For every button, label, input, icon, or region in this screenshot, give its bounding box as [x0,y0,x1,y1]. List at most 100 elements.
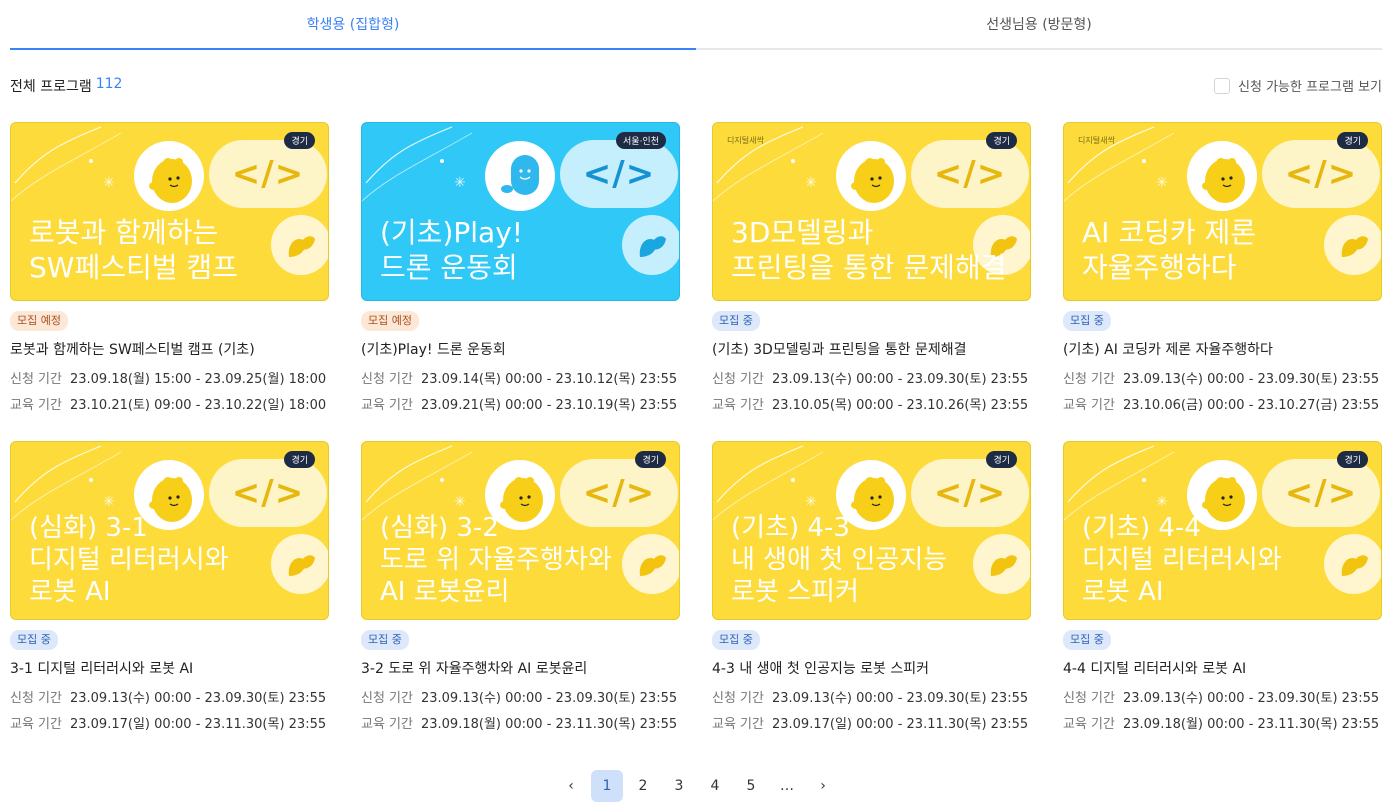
program-thumbnail[interactable]: ✳ </> 경기 (심화) 3-2 도로 위 자율주행차와 AI 로봇윤리 [361,441,680,620]
leaf-icon [1324,215,1381,275]
mascot-illustration [1187,141,1257,211]
thumb-title: (심화) 3-2 도로 위 자율주행차와 AI 로봇윤리 [380,512,612,608]
page-5[interactable]: 5 [735,770,767,802]
region-badge: 경기 [986,451,1017,468]
next-page-icon[interactable]: › [807,770,839,802]
edu-label: 교육 기간 [361,717,413,732]
thumb-title-line: (기초) 4-3 [731,513,850,543]
edu-dates: 23.09.17(일) 00:00 - 23.11.30(목) 23:55 [771,717,1029,732]
leaf-icon [973,534,1030,594]
program-thumbnail[interactable]: ✳ </> 경기 (기초) 4-4 디지털 리터러시와 로봇 AI [1063,441,1382,620]
program-card[interactable]: 디지털새싹 ✳ </> 경기 AI 코딩카 제론 자율주행하다 모집 중 (기초) AI 코딩… [1063,122,1382,413]
thumb-title: 3D모델링과 프린팅을 통한 문제해결 [731,215,1006,285]
thumb-title: (기초)Play! 드론 운동회 [380,215,523,285]
thumb-title-line: AI 코딩카 제론 [1082,216,1257,249]
sparkle-icon: ✳ [454,494,466,510]
program-title[interactable]: 3-1 디지털 리터러시와 로봇 AI [10,658,329,678]
thumb-title-line: 3D모델링과 [731,216,874,249]
program-card[interactable]: 디지털새싹 ✳ </> 경기 3D모델링과 프린팅을 통한 문제해결 모집 중 (기초) 3D… [712,122,1031,413]
apply-dates: 23.09.14(목) 00:00 - 23.10.12(목) 23:55 [420,372,678,387]
program-title[interactable]: 로봇과 함께하는 SW페스티벌 캠프 (기초) [10,339,329,359]
region-badge: 경기 [986,132,1017,149]
pagination: ‹ 1 2 3 4 5 … › [555,770,839,802]
region-badge: 서울·인천 [616,132,666,149]
thumb-title-line: 로봇 AI [1082,577,1164,607]
program-thumbnail[interactable]: 디지털새싹 ✳ </> 경기 3D모델링과 프린팅을 통한 문제해결 [712,122,1031,301]
thumb-title: (심화) 3-1 디지털 리터러시와 로봇 AI [29,512,229,608]
edu-period: 교육 기간 23.10.06(금) 00:00 - 23.10.27(금) 23:… [1063,394,1382,413]
program-card[interactable]: ✳ </> 경기 (기초) 4-4 디지털 리터러시와 로봇 AI 모집 중 4-4 디지털 … [1063,441,1382,732]
available-filter[interactable]: 신청 가능한 프로그램 보기 [1214,76,1382,95]
program-card[interactable]: ✳ </> 경기 (심화) 3-1 디지털 리터러시와 로봇 AI 모집 중 3-1 디지털 … [10,441,329,732]
leaf-icon [622,215,679,275]
apply-label: 신청 기간 [1063,372,1115,387]
program-card[interactable]: ✳ </> 서울·인천 (기초)Play! 드론 운동회 모집 예정 (기초)Play! 드… [361,122,680,413]
program-thumbnail[interactable]: ✳ </> 서울·인천 (기초)Play! 드론 운동회 [361,122,680,301]
page-3[interactable]: 3 [663,770,695,802]
page-2[interactable]: 2 [627,770,659,802]
prev-page-icon[interactable]: ‹ [555,770,587,802]
edu-label: 교육 기간 [1063,717,1115,732]
sparkle-icon: ✳ [1156,494,1168,510]
apply-period: 신청 기간 23.09.13(수) 00:00 - 23.09.30(토) 23:… [10,687,329,706]
apply-label: 신청 기간 [712,372,764,387]
program-title[interactable]: 4-3 내 생애 첫 인공지능 로봇 스피커 [712,658,1031,678]
tab-student[interactable]: 학생용 (집합형) [10,0,696,50]
edu-period: 교육 기간 23.09.21(목) 00:00 - 23.10.19(목) 23:… [361,394,680,413]
sparkle-icon: ✳ [805,494,817,510]
status-badge: 모집 중 [1063,630,1111,650]
edu-dates: 23.09.21(목) 00:00 - 23.10.19(목) 23:55 [420,398,678,413]
tab-teacher[interactable]: 선생님용 (방문형) [696,0,1382,48]
page-ellipsis[interactable]: … [771,770,803,802]
apply-period: 신청 기간 23.09.13(수) 00:00 - 23.09.30(토) 23:… [712,687,1031,706]
available-checkbox[interactable] [1214,77,1231,94]
leaf-icon [271,215,328,275]
program-title[interactable]: (기초) 3D모델링과 프린팅을 통한 문제해결 [712,339,1031,359]
program-card[interactable]: ✳ </> 경기 (심화) 3-2 도로 위 자율주행차와 AI 로봇윤리 모집 중 3-2 … [361,441,680,732]
code-icon: </> [560,140,678,208]
thumb-title-line: AI 로봇윤리 [380,577,510,607]
program-title[interactable]: (기초)Play! 드론 운동회 [361,339,680,359]
program-thumbnail[interactable]: ✳ </> 경기 (기초) 4-3 내 생애 첫 인공지능 로봇 스피커 [712,441,1031,620]
edu-label: 교육 기간 [1063,398,1115,413]
region-badge: 경기 [284,451,315,468]
thumb-title: 로봇과 함께하는 SW페스티벌 캠프 [29,215,238,285]
thumb-title-line: 내 생애 첫 인공지능 [731,545,948,575]
edu-label: 교육 기간 [361,398,413,413]
program-card[interactable]: ✳ </> 경기 로봇과 함께하는 SW페스티벌 캠프모집 예정로봇과 함께하는 SW페… [10,122,329,413]
mascot-illustration [134,141,204,211]
program-thumbnail[interactable]: ✳ </> 경기 (심화) 3-1 디지털 리터러시와 로봇 AI [10,441,329,620]
edu-period: 교육 기간 23.10.21(토) 09:00 - 23.10.22(일) 18:… [10,394,329,413]
apply-period: 신청 기간 23.09.13(수) 00:00 - 23.09.30(토) 23:… [712,368,1031,387]
status-badge: 모집 중 [712,630,760,650]
apply-label: 신청 기간 [10,691,62,706]
program-title[interactable]: (기초) AI 코딩카 제론 자율주행하다 [1063,339,1382,359]
program-thumbnail[interactable]: ✳ </> 경기 로봇과 함께하는 SW페스티벌 캠프 [10,122,329,301]
thumb-title-line: 로봇 AI [29,577,111,607]
program-thumbnail[interactable]: 디지털새싹 ✳ </> 경기 AI 코딩카 제론 자율주행하다 [1063,122,1382,301]
code-icon: </> [1262,140,1380,208]
available-filter-label: 신청 가능한 프로그램 보기 [1238,80,1382,95]
mascot-illustration [485,141,555,211]
status-badge: 모집 중 [10,630,58,650]
apply-period: 신청 기간 23.09.13(수) 00:00 - 23.09.30(토) 23:… [361,687,680,706]
thumb-title-line: 디지털 리터러시와 [1082,545,1282,575]
thumb-title-line: SW페스티벌 캠프 [29,251,238,284]
thumb-title: AI 코딩카 제론 자율주행하다 [1082,215,1256,285]
apply-period: 신청 기간 23.09.13(수) 00:00 - 23.09.30(토) 23:… [1063,368,1382,387]
code-icon: </> [911,140,1029,208]
summary-label: 전체 프로그램 [10,79,92,95]
apply-label: 신청 기간 [1063,691,1115,706]
program-title[interactable]: 4-4 디지털 리터러시와 로봇 AI [1063,658,1382,678]
sparkle-icon: ✳ [1156,175,1168,191]
page-1[interactable]: 1 [591,770,623,802]
program-title[interactable]: 3-2 도로 위 자율주행차와 AI 로봇윤리 [361,658,680,678]
status-badge: 모집 예정 [10,311,68,331]
program-card[interactable]: ✳ </> 경기 (기초) 4-3 내 생애 첫 인공지능 로봇 스피커 모집 중 4-3 내… [712,441,1031,732]
apply-dates: 23.09.13(수) 00:00 - 23.09.30(토) 23:55 [771,691,1029,706]
program-summary: 전체 프로그램 112 [10,76,122,96]
edu-dates: 23.09.17(일) 00:00 - 23.11.30(목) 23:55 [69,717,327,732]
tab-bar: 학생용 (집합형) 선생님용 (방문형) [10,0,1382,50]
page-4[interactable]: 4 [699,770,731,802]
region-badge: 경기 [635,451,666,468]
